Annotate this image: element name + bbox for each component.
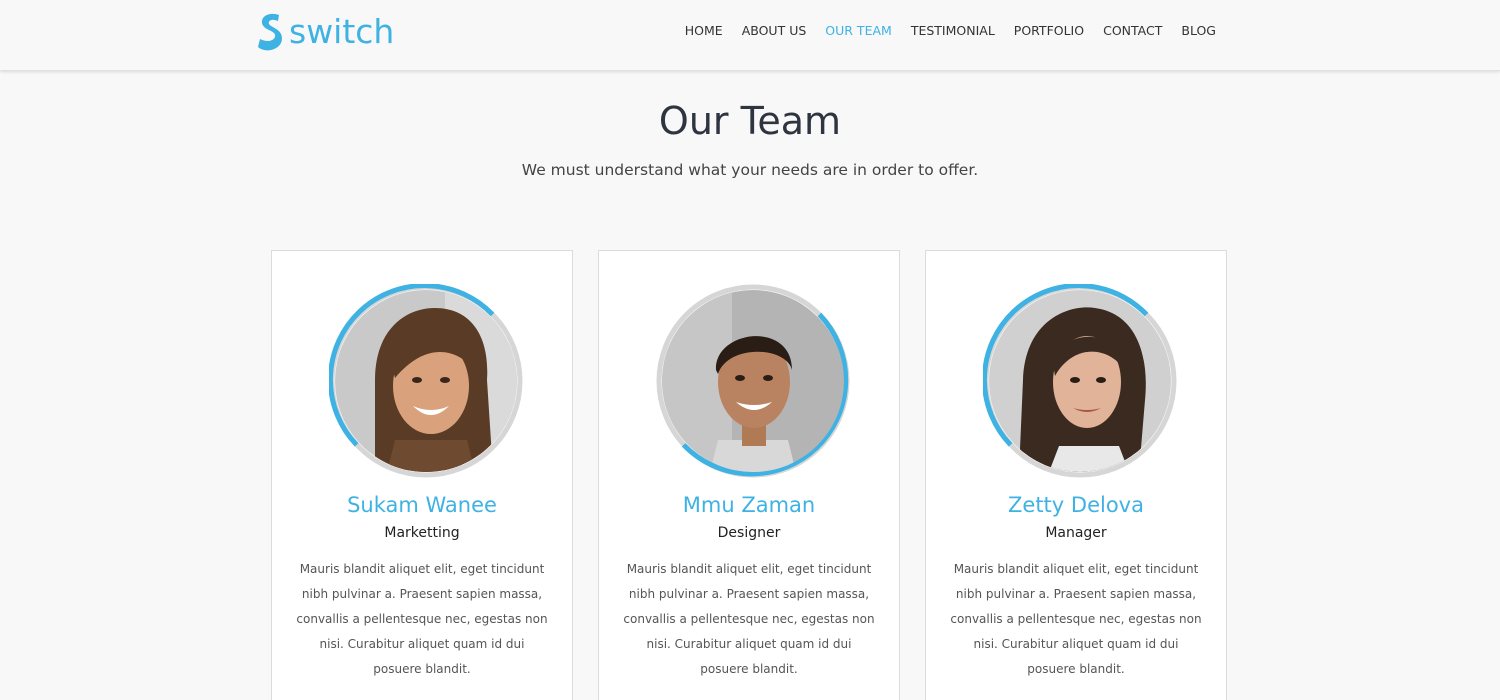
member-bio: Mauris blandit aliquet elit, eget tincid… [950, 562, 1202, 676]
team-card: Zetty Delova Manager Mauris blandit aliq… [925, 250, 1227, 700]
member-photo [989, 290, 1171, 472]
member-name: Mmu Zaman [682, 493, 816, 517]
member-bio: Mauris blandit aliquet elit, eget tincid… [623, 562, 875, 676]
section-subtitle: We must understand what your needs are i… [521, 161, 979, 179]
nav-contact[interactable]: CONTACT [1103, 22, 1162, 40]
nav-our-team[interactable]: OUR TEAM [825, 22, 892, 40]
logo-s-icon [258, 13, 282, 51]
member-role: Designer [717, 525, 781, 541]
nav-testimonial[interactable]: TESTIMONIAL [911, 22, 995, 40]
avatar [656, 284, 850, 478]
member-photo [662, 290, 844, 472]
member-photo [335, 290, 517, 472]
nav-about-us[interactable]: ABOUT US [742, 22, 807, 40]
site-logo[interactable]: switch [257, 12, 394, 52]
nav-blog[interactable]: BLOG [1181, 22, 1216, 40]
nav-portfolio[interactable]: PORTFOLIO [1014, 22, 1084, 40]
team-card: Sukam Wanee Marketting Mauris blandit al… [271, 250, 573, 700]
member-name: Sukam Wanee [347, 493, 497, 517]
member-role: Manager [1045, 525, 1107, 541]
nav-home[interactable]: HOME [685, 22, 723, 40]
member-role: Marketting [384, 525, 460, 541]
avatar [983, 284, 1177, 478]
section-title: Our Team [658, 99, 842, 143]
main-nav: HOME ABOUT US OUR TEAM TESTIMONIAL PORTF… [666, 22, 1216, 40]
avatar [329, 284, 523, 478]
site-header: switch HOME ABOUT US OUR TEAM TESTIMONIA… [0, 0, 1500, 71]
logo-text: switch [289, 12, 395, 51]
team-card: Mmu Zaman Designer Mauris blandit alique… [598, 250, 900, 700]
member-bio: Mauris blandit aliquet elit, eget tincid… [296, 562, 548, 676]
member-name: Zetty Delova [1008, 493, 1144, 517]
